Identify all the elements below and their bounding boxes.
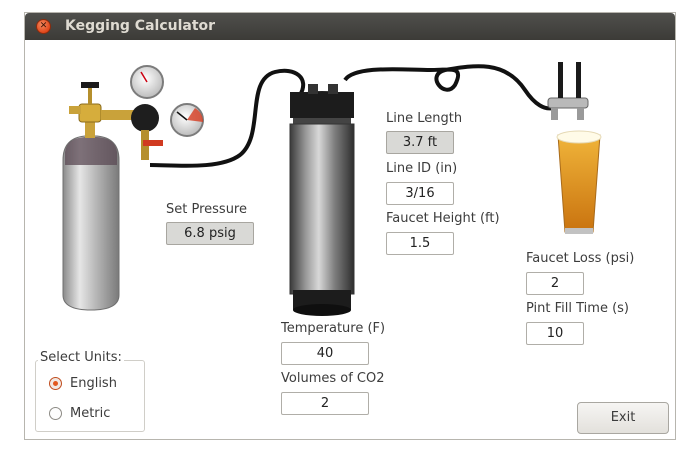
volumes-co2-label: Volumes of CO2 [281,371,385,386]
line-id-label: Line ID (in) [386,161,458,176]
beer-line [343,64,554,111]
set-pressure-label: Set Pressure [166,202,247,217]
temperature-label: Temperature (F) [281,321,386,336]
volumes-co2-field[interactable]: 2 [281,392,369,415]
radio-english[interactable]: English [49,373,117,393]
keg-image [289,84,355,316]
main-panel: Set Pressure 6.8 psig Line Length 3.7 ft… [25,40,675,439]
pint-fill-time-label: Pint Fill Time (s) [526,301,629,316]
faucet-height-field[interactable]: 1.5 [386,232,454,255]
set-pressure-output: 6.8 psig [166,222,254,245]
temperature-field[interactable]: 40 [281,342,369,365]
faucet-loss-label: Faucet Loss (psi) [526,251,635,266]
radio-english-label: English [70,375,117,391]
line-length-output: 3.7 ft [386,131,454,154]
faucet-loss-field[interactable]: 2 [526,272,584,295]
regulator-image [101,65,204,160]
exit-button[interactable]: Exit [577,402,669,434]
radio-metric[interactable]: Metric [49,403,110,423]
radio-selected-icon[interactable] [49,376,62,390]
gauge-icon [170,103,204,137]
window-title: Kegging Calculator [65,18,216,34]
radio-metric-label: Metric [70,405,111,421]
close-icon[interactable]: ✕ [36,19,51,34]
units-group-title: Select Units: [38,350,124,365]
line-id-field[interactable]: 3/16 [386,182,454,205]
faucet-height-label: Faucet Height (ft) [386,211,500,226]
pint-fill-time-field[interactable]: 10 [526,322,584,345]
radio-unselected-icon[interactable] [49,406,62,420]
app-window: ✕ Kegging Calculator Set Pressure 6.8 ps… [24,12,676,440]
title-bar: ✕ Kegging Calculator [25,13,675,40]
beer-glass-image [556,130,602,234]
faucet-image [547,62,589,120]
gauge-icon [130,65,164,99]
line-length-label: Line Length [386,111,463,126]
